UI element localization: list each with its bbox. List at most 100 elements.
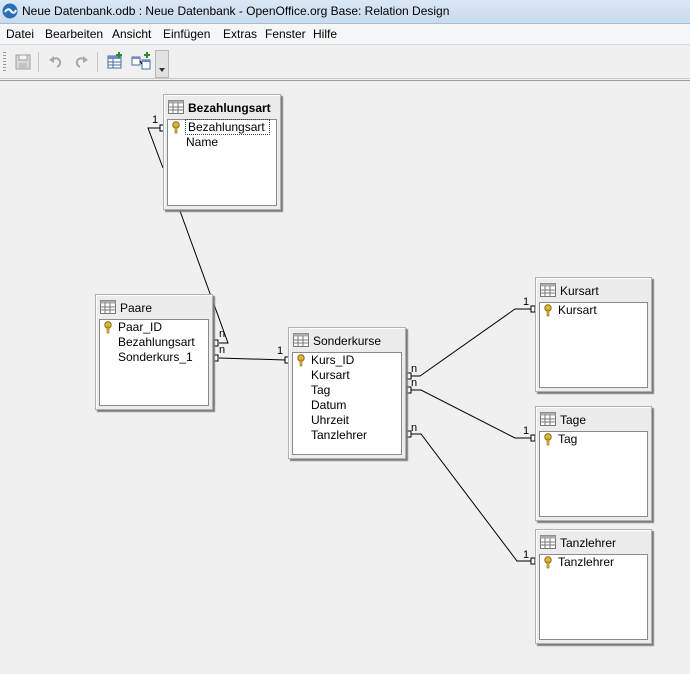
table-window-sonderkurse[interactable]: Sonderkurse Kurs_ID Kursart Tag Datum Uh… (288, 327, 406, 459)
redo-button[interactable] (70, 51, 92, 73)
table-icon (540, 535, 556, 549)
save-button[interactable] (12, 51, 34, 73)
primary-key-icon (544, 556, 552, 569)
field-row[interactable]: Tanzlehrer (540, 555, 647, 570)
field-name: Kursart (311, 368, 350, 382)
field-name: Bezahlungsart (118, 335, 195, 349)
field-name: Tag (558, 432, 578, 446)
table-icon (168, 100, 184, 114)
relation-line (411, 308, 532, 377)
menu-datei[interactable]: Datei (6, 27, 34, 41)
relation-line (411, 389, 532, 439)
menu-einfuegen[interactable]: Einfügen (163, 27, 210, 41)
toolbar (0, 45, 690, 79)
menu-extras[interactable]: Extras (223, 27, 257, 41)
table-window-tanzlehrer[interactable]: Tanzlehrer Tanzlehrer (535, 529, 652, 644)
field-name: Bezahlungsart (185, 119, 270, 135)
relation-line (147, 127, 164, 169)
redo-icon (75, 56, 88, 68)
toolbar-grip[interactable] (3, 52, 6, 72)
add-tables-icon (107, 52, 122, 69)
window-titlebar: Neue Datenbank.odb : Neue Datenbank - Op… (0, 0, 690, 24)
relation-design-canvas[interactable]: 1 n n 1 n n n 1 1 1 Bezahlungsart Bezahl… (0, 80, 690, 674)
menu-hilfe[interactable]: Hilfe (313, 27, 337, 41)
primary-key-icon (544, 433, 552, 446)
menu-fenster[interactable]: Fenster (265, 27, 306, 41)
field-row[interactable]: Tag (293, 383, 401, 398)
window-title: Neue Datenbank.odb : Neue Datenbank - Op… (22, 4, 450, 18)
table-name: Tage (560, 413, 587, 427)
field-row[interactable]: Uhrzeit (293, 413, 401, 428)
toolbar-separator (97, 52, 98, 72)
table-window-kursart[interactable]: Kursart Kursart (535, 277, 652, 392)
field-name: Uhrzeit (311, 413, 350, 427)
save-icon (15, 54, 31, 70)
table-name: Sonderkurse (313, 334, 382, 348)
table-header[interactable]: Kursart (540, 282, 647, 300)
table-name: Bezahlungsart (188, 101, 271, 115)
cardinality-one-label: 1 (152, 114, 159, 126)
table-header[interactable]: Paare (100, 299, 208, 317)
field-row[interactable]: Kurs_ID (293, 353, 401, 368)
field-row[interactable]: Bezahlungsart (100, 335, 208, 350)
field-row[interactable]: Paar_ID (100, 320, 208, 335)
table-header[interactable]: Tage (540, 411, 647, 429)
primary-key-icon (172, 121, 180, 134)
menu-bearbeiten[interactable]: Bearbeiten (45, 27, 103, 41)
field-name: Tag (311, 383, 331, 397)
field-name: Kurs_ID (311, 353, 355, 367)
field-list[interactable]: Tag (539, 431, 648, 517)
field-list[interactable]: Paar_ID Bezahlungsart Sonderkurs_1 (99, 319, 209, 406)
primary-key-icon (544, 304, 552, 317)
field-name: Tanzlehrer (558, 555, 615, 569)
field-row[interactable]: Kursart (293, 368, 401, 383)
toolbar-separator (38, 52, 39, 72)
table-name: Kursart (560, 284, 599, 298)
cardinality-one-label: 1 (523, 296, 530, 308)
field-name: Paar_ID (118, 320, 163, 334)
field-list[interactable]: Kursart (539, 302, 648, 388)
field-row[interactable]: Sonderkurs_1 (100, 350, 208, 365)
openoffice-app-icon[interactable] (2, 3, 18, 19)
table-header[interactable]: Tanzlehrer (540, 534, 647, 552)
new-relation-button[interactable] (130, 51, 152, 73)
toolbar-overflow-button[interactable] (155, 50, 169, 78)
table-icon (100, 300, 116, 314)
cardinality-one-label: 1 (277, 345, 284, 357)
primary-key-icon (104, 321, 112, 334)
field-row[interactable]: Name (168, 135, 276, 150)
field-row[interactable]: Datum (293, 398, 401, 413)
cardinality-many-label: n (219, 344, 226, 356)
undo-button[interactable] (45, 51, 67, 73)
field-row[interactable]: Bezahlungsart (168, 119, 276, 135)
menu-ansicht[interactable]: Ansicht (112, 27, 151, 41)
field-row[interactable]: Tanzlehrer (293, 428, 401, 443)
connector-stub (213, 339, 219, 347)
cardinality-one-label: 1 (523, 425, 530, 437)
cardinality-many-label: n (411, 422, 418, 434)
primary-key-icon (297, 354, 305, 367)
table-window-bezahlungsart[interactable]: Bezahlungsart Bezahlungsart Name (163, 94, 281, 210)
field-row[interactable]: Kursart (540, 303, 647, 318)
menu-bar: Datei Bearbeiten Ansicht Einfügen Extras… (0, 24, 690, 45)
add-tables-button[interactable] (104, 51, 126, 73)
field-name: Tanzlehrer (311, 428, 368, 442)
table-window-tage[interactable]: Tage Tag (535, 406, 652, 521)
cardinality-many-label: n (411, 363, 418, 375)
field-list[interactable]: Bezahlungsart Name (167, 119, 277, 206)
relation-line (411, 433, 532, 562)
table-icon (540, 412, 556, 426)
new-relation-icon (131, 52, 151, 70)
table-header[interactable]: Sonderkurse (293, 332, 401, 350)
field-row[interactable]: Tag (540, 432, 647, 447)
table-header[interactable]: Bezahlungsart (168, 99, 276, 117)
field-list[interactable]: Tanzlehrer (539, 554, 648, 640)
connector-stub (213, 354, 219, 362)
cardinality-many-label: n (219, 328, 226, 340)
table-icon (293, 333, 309, 347)
table-window-paare[interactable]: Paare Paar_ID Bezahlungsart Sonderkurs_1 (95, 294, 213, 410)
cardinality-one-label: 1 (523, 549, 530, 561)
cardinality-many-label: n (411, 377, 418, 389)
field-name: Sonderkurs_1 (118, 350, 193, 364)
field-list[interactable]: Kurs_ID Kursart Tag Datum Uhrzeit Tanzle… (292, 352, 402, 455)
